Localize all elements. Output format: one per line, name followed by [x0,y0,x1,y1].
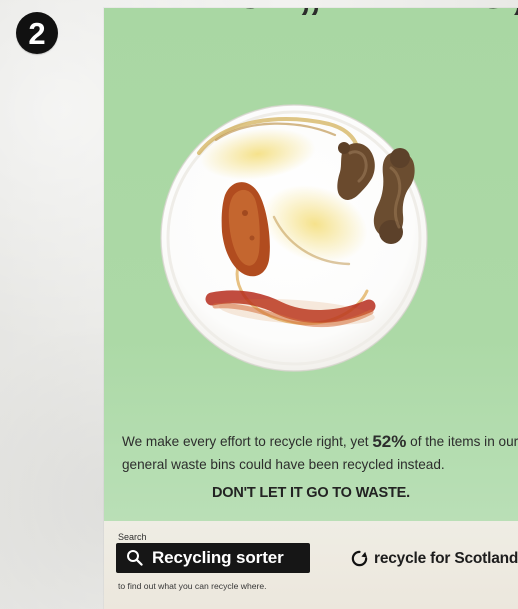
body-copy-part-1: We make every effort to recycle right, y… [122,434,373,449]
search-helper-text: to find out what you can recycle where. [118,581,267,591]
body-copy: We make every effort to recycle right, y… [122,428,518,475]
brand-lockup: recycle for Scotland [350,549,518,568]
brand-name: recycle for Scotland [374,549,518,567]
arc-slogan-bottom: WE PEEL, [104,8,321,18]
bottom-strip: Search Recycling sorter to find out what… [104,521,518,609]
recycling-poster: WE PICK, WE BAG, WE SCRAPE, WE EMPTY, WE… [104,8,518,609]
search-label: Search [118,532,147,542]
step-badge: 2 [16,12,58,54]
tagline: DON'T LET IT GO TO WASTE. [212,485,410,501]
poster-artwork: WE PICK, WE BAG, WE SCRAPE, WE EMPTY, WE… [104,8,518,372]
search-icon [127,550,143,566]
body-copy-highlight: 52% [372,432,407,451]
recycle-icon [351,550,368,567]
step-number: 2 [28,15,46,51]
search-button-label: Recycling sorter [152,548,284,567]
recycling-sorter-search-button: Recycling sorter [116,543,310,573]
